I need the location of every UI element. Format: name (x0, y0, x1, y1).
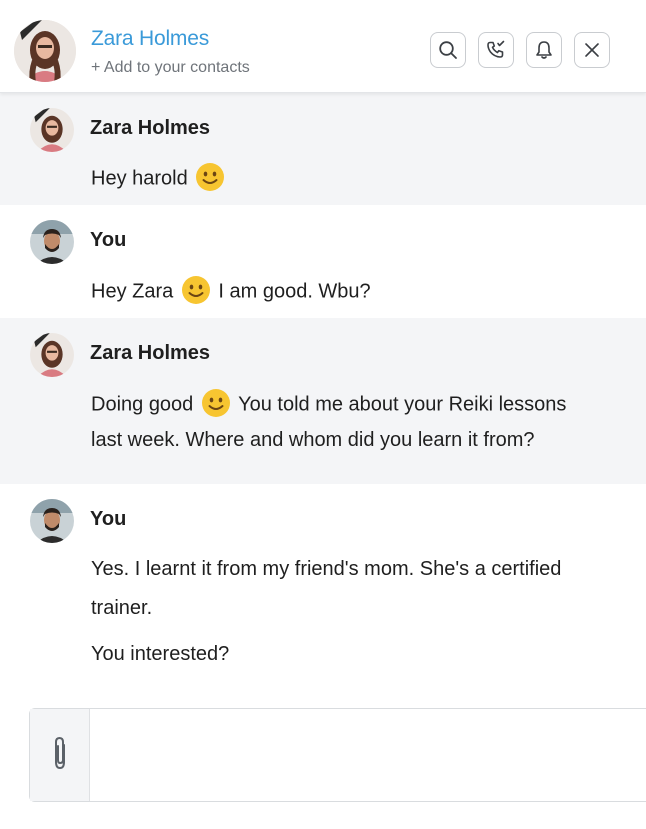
attach-button[interactable] (30, 709, 90, 801)
chat-header: Zara Holmes + Add to your contacts (0, 0, 646, 93)
phone-icon (486, 40, 506, 60)
message-input[interactable] (90, 709, 646, 801)
smiley-emoji-icon (181, 276, 210, 304)
message-line: Yes. I learnt it from my friend's mom. S… (91, 558, 562, 580)
message-text: Doing good (91, 393, 194, 416)
contact-name[interactable]: Zara Holmes (91, 27, 209, 51)
sender-name: Zara Holmes (90, 342, 211, 364)
message-composer (29, 708, 646, 802)
message-line: You interested? (91, 643, 230, 665)
sender-name: Zara Holmes (90, 117, 211, 139)
sender-avatar[interactable] (30, 108, 74, 152)
message-item: Zara Holmes Hey harold (0, 93, 646, 205)
sender-avatar[interactable] (30, 220, 74, 264)
message-text: Hey Zara (91, 280, 174, 303)
message-line: trainer. (91, 597, 153, 619)
message-line: last week. Where and whom did you learn … (91, 429, 535, 451)
search-icon (438, 40, 458, 60)
message-item: Zara Holmes Doing good You told me about… (0, 318, 646, 484)
call-button[interactable] (478, 32, 514, 68)
smiley-emoji-icon (201, 389, 230, 417)
paperclip-icon (49, 735, 71, 776)
message-text: You told me about your Reiki lessons (238, 393, 567, 416)
close-icon (583, 41, 601, 59)
sender-name: You (90, 229, 127, 251)
sender-avatar[interactable] (30, 499, 74, 543)
sender-name: You (90, 508, 127, 530)
message-text: Hey harold (91, 167, 188, 190)
sender-avatar[interactable] (30, 333, 74, 377)
notifications-button[interactable] (526, 32, 562, 68)
close-button[interactable] (574, 32, 610, 68)
message-line: Hey Zara I am good. Wbu? (91, 276, 371, 305)
message-text: I am good. Wbu? (218, 280, 371, 303)
message-line: Doing good You told me about your Reiki … (91, 389, 567, 418)
message-item: You Yes. I learnt it from my friend's mo… (0, 484, 646, 694)
message-line: Hey harold (91, 163, 227, 192)
add-to-contacts-link[interactable]: + Add to your contacts (91, 59, 250, 77)
smiley-emoji-icon (196, 163, 225, 191)
message-item: You Hey Zara I am good. Wbu? (0, 205, 646, 318)
search-button[interactable] (430, 32, 466, 68)
contact-avatar[interactable] (14, 20, 76, 82)
bell-icon (534, 40, 554, 60)
